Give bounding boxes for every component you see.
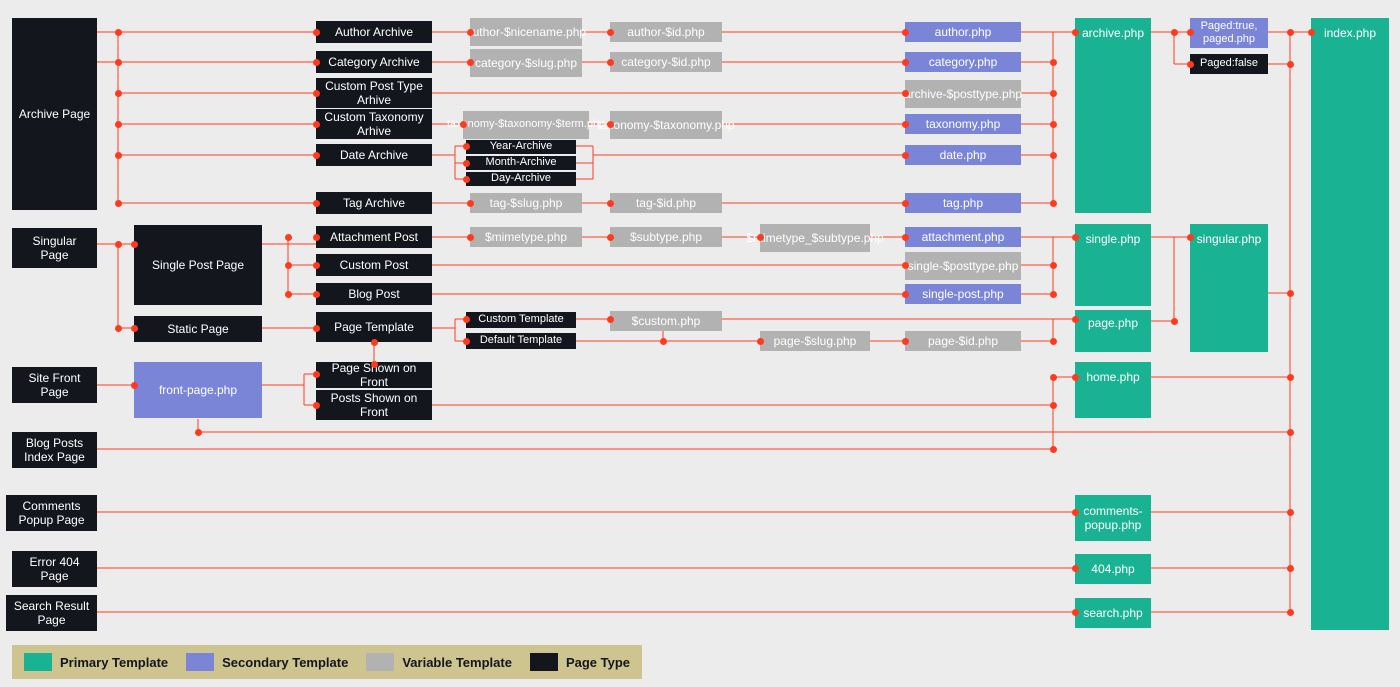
- author-nicename-php: author-$nicename.php: [470, 18, 582, 46]
- day-archive: Day-Archive: [466, 172, 576, 186]
- paged-true: Paged:true, paged.php: [1190, 18, 1268, 48]
- mimetype-php: $mimetype.php: [470, 227, 582, 247]
- legend-primary: Primary Template: [24, 653, 168, 671]
- archive-page: Archive Page: [12, 18, 97, 210]
- default-template: Default Template: [466, 333, 576, 349]
- front-page-php: front-page.php: [134, 362, 262, 418]
- tag-slug-php: tag-$slug.php: [470, 193, 582, 213]
- singular-php: singular.php: [1190, 224, 1268, 352]
- site-front-page: Site Front Page: [12, 367, 97, 403]
- single-php: single.php: [1075, 224, 1151, 306]
- index-php: index.php: [1311, 18, 1389, 630]
- archive-php: archive.php: [1075, 18, 1151, 213]
- tag-archive: Tag Archive: [316, 192, 432, 214]
- category-slug-php: category-$slug.php: [470, 49, 582, 77]
- custom-taxonomy-archive: Custom Taxonomy Arhive: [316, 109, 432, 139]
- single-post-php: single-post.php: [905, 284, 1021, 304]
- single-post-page: Single Post Page: [134, 225, 262, 305]
- archive-posttype-php: archive-$posttype.php: [905, 80, 1021, 108]
- page-template: Page Template: [316, 312, 432, 342]
- comments-popup-page: Comments Popup Page: [6, 495, 97, 531]
- date-php: date.php: [905, 145, 1021, 165]
- error-404-page: Error 404 Page: [12, 551, 97, 587]
- legend-secondary: Secondary Template: [186, 653, 348, 671]
- tag-id-php: tag-$id.php: [610, 193, 722, 213]
- month-archive: Month-Archive: [466, 156, 576, 170]
- author-archive: Author Archive: [316, 21, 432, 43]
- category-php: category.php: [905, 52, 1021, 72]
- cpt-archive: Custom Post Type Arhive: [316, 78, 432, 108]
- page-slug-php: page-$slug.php: [760, 331, 870, 351]
- taxonomy-term-php: taxonomy-$taxonomy-$term.php: [463, 111, 589, 139]
- custom-php: $custom.php: [610, 311, 722, 331]
- singular-page: Singular Page: [12, 228, 97, 268]
- comments-popup-php: comments-popup.php: [1075, 495, 1151, 541]
- legend: Primary Template Secondary Template Vari…: [12, 645, 642, 679]
- paged-false: Paged:false: [1190, 54, 1268, 74]
- attachment-php: attachment.php: [905, 227, 1021, 247]
- attachment-post: Attachment Post: [316, 226, 432, 248]
- author-php: author.php: [905, 22, 1021, 42]
- subtype-php: $subtype.php: [610, 227, 722, 247]
- custom-template: Custom Template: [466, 312, 576, 328]
- taxonomy-php: taxonomy.php: [905, 114, 1021, 134]
- category-id-php: category-$id.php: [610, 52, 722, 72]
- page-php: page.php: [1075, 310, 1151, 352]
- legend-variable: Variable Template: [366, 653, 512, 671]
- legend-pagetype: Page Type: [530, 653, 630, 671]
- tag-php: tag.php: [905, 193, 1021, 213]
- search-php: search.php: [1075, 598, 1151, 628]
- single-posttype-php: single-$posttype.php: [905, 252, 1021, 280]
- taxonomy-taxonomy-php: taxonomy-$taxonomy.php: [610, 111, 722, 139]
- category-archive: Category Archive: [316, 51, 432, 73]
- blog-posts-index-page: Blog Posts Index Page: [12, 432, 97, 468]
- custom-post: Custom Post: [316, 254, 432, 276]
- author-id-php: author-$id.php: [610, 22, 722, 42]
- posts-shown-on-front: Posts Shown on Front: [316, 390, 432, 420]
- date-archive: Date Archive: [316, 144, 432, 166]
- search-result-page: Search Result Page: [6, 595, 97, 631]
- page-id-php: page-$id.php: [905, 331, 1021, 351]
- blog-post: Blog Post: [316, 283, 432, 305]
- home-php: home.php: [1075, 362, 1151, 418]
- year-archive: Year-Archive: [466, 140, 576, 154]
- 404-php: 404.php: [1075, 554, 1151, 584]
- static-page: Static Page: [134, 316, 262, 342]
- mimetype-subtype-php: $mimetype_$subtype.php: [760, 224, 870, 252]
